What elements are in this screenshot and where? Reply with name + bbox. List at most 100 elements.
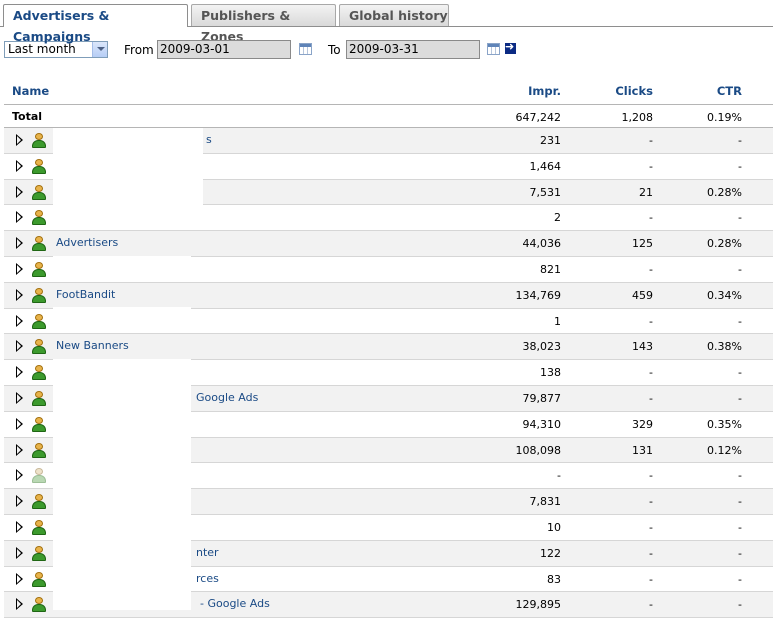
- row-impressions: 138: [540, 366, 561, 380]
- advertiser-user-icon: [32, 261, 46, 277]
- row-ctr: -: [738, 469, 742, 483]
- advertiser-user-icon: [32, 184, 46, 200]
- advertiser-user-icon: [32, 597, 46, 613]
- expand-arrow-icon[interactable]: [16, 520, 23, 533]
- redaction-block: [53, 307, 191, 333]
- expand-arrow-icon[interactable]: [16, 237, 23, 250]
- chevron-down-icon[interactable]: [92, 42, 107, 57]
- row-impressions: 38,023: [522, 340, 562, 354]
- advertiser-name-link[interactable]: nter: [196, 546, 219, 559]
- expand-arrow-icon[interactable]: [16, 417, 23, 430]
- row-ctr: 0.38%: [707, 340, 742, 354]
- expand-arrow-icon[interactable]: [16, 211, 23, 224]
- advertiser-user-icon: [32, 236, 46, 252]
- row-clicks: 459: [632, 288, 653, 302]
- advertiser-name-link[interactable]: New Banners: [56, 339, 129, 352]
- advertiser-user-icon: [32, 133, 46, 148]
- row-impressions: 122: [540, 546, 561, 560]
- advertiser-user-icon: [32, 313, 46, 329]
- expand-arrow-icon[interactable]: [16, 366, 23, 379]
- calendar-icon[interactable]: [299, 43, 312, 55]
- row-impressions: 44,036: [522, 237, 562, 251]
- advertiser-name-link[interactable]: - Google Ads: [200, 597, 270, 610]
- row-ctr: -: [738, 546, 742, 560]
- advertiser-user-icon: [32, 365, 46, 381]
- advertiser-name-link[interactable]: Google Ads: [196, 391, 258, 404]
- row-impressions: 134,769: [515, 288, 562, 302]
- table-row: FootBandit 134,769 459 0.34%: [4, 282, 773, 309]
- expand-arrow-icon[interactable]: [16, 185, 23, 198]
- to-date-input[interactable]: 2009-03-31: [346, 40, 480, 59]
- row-impressions: -: [557, 469, 561, 483]
- expand-arrow-icon[interactable]: [16, 598, 23, 611]
- column-header-clicks[interactable]: Clicks: [615, 84, 653, 98]
- row-impressions: 79,877: [522, 391, 562, 405]
- advertiser-user-icon: [32, 442, 46, 458]
- tab-global-history[interactable]: Global history: [339, 4, 449, 26]
- row-clicks: 21: [639, 185, 653, 199]
- table-row: Advertisers 44,036 125 0.28%: [4, 231, 773, 257]
- expand-arrow-icon[interactable]: [16, 572, 23, 585]
- date-filter-bar: Last month From 2009-03-01 To 2009-03-31: [0, 40, 773, 60]
- expand-arrow-icon[interactable]: [16, 159, 23, 172]
- row-ctr: -: [738, 495, 742, 509]
- row-ctr: -: [738, 520, 742, 534]
- advertiser-user-icon: [32, 158, 46, 174]
- row-clicks: 131: [632, 443, 653, 457]
- advertiser-user-icon: [32, 545, 46, 561]
- row-impressions: 231: [540, 134, 561, 147]
- row-ctr: -: [738, 134, 742, 147]
- row-ctr: -: [738, 211, 742, 225]
- row-impressions: 7,531: [529, 185, 562, 199]
- row-impressions: 2: [554, 211, 561, 225]
- total-row: Total 647,242 1,208 0.19%: [4, 105, 773, 128]
- expand-arrow-icon[interactable]: [16, 495, 23, 508]
- expand-arrow-icon[interactable]: [16, 340, 23, 353]
- column-header-impressions[interactable]: Impr.: [528, 84, 561, 98]
- row-clicks: -: [649, 520, 653, 534]
- row-ctr: 0.12%: [707, 443, 742, 457]
- advertiser-name-link[interactable]: Advertisers: [56, 236, 118, 249]
- expand-arrow-icon[interactable]: [16, 469, 23, 482]
- row-ctr: -: [738, 314, 742, 328]
- from-date-input[interactable]: 2009-03-01: [157, 40, 291, 59]
- row-impressions: 821: [540, 262, 561, 276]
- row-clicks: -: [649, 159, 653, 173]
- advertiser-user-icon: [32, 287, 46, 303]
- row-clicks: -: [649, 366, 653, 380]
- row-ctr: -: [738, 366, 742, 380]
- column-header-ctr[interactable]: CTR: [717, 84, 742, 98]
- tab-advertisers-campaigns[interactable]: Advertisers & Campaigns: [3, 4, 188, 44]
- advertiser-name-link[interactable]: rces: [196, 572, 219, 585]
- advertiser-name-link[interactable]: FootBandit: [56, 288, 115, 301]
- row-clicks: -: [649, 391, 653, 405]
- row-clicks: 143: [632, 340, 653, 354]
- row-clicks: -: [649, 211, 653, 225]
- advertiser-user-icon: [32, 494, 46, 510]
- redaction-block: [53, 128, 203, 229]
- total-ctr: 0.19%: [707, 111, 742, 124]
- expand-arrow-icon[interactable]: [16, 546, 23, 559]
- expand-arrow-icon[interactable]: [16, 288, 23, 301]
- redaction-block: [53, 256, 191, 282]
- column-header-name[interactable]: Name: [12, 84, 49, 98]
- expand-arrow-icon[interactable]: [16, 262, 23, 275]
- expand-arrow-icon[interactable]: [16, 314, 23, 327]
- go-arrow-icon[interactable]: [505, 40, 516, 54]
- expand-arrow-icon[interactable]: [16, 134, 23, 146]
- row-ctr: -: [738, 598, 742, 612]
- advertiser-user-icon: [32, 390, 46, 406]
- tab-label: Global history: [349, 8, 448, 23]
- row-ctr: -: [738, 572, 742, 586]
- row-ctr: -: [738, 391, 742, 405]
- redaction-block: [53, 359, 191, 610]
- expand-arrow-icon[interactable]: [16, 391, 23, 404]
- advertiser-name-link[interactable]: s: [206, 133, 212, 146]
- row-ctr: 0.34%: [707, 288, 742, 302]
- calendar-icon[interactable]: [487, 43, 500, 55]
- tab-publishers-zones[interactable]: Publishers & Zones: [191, 4, 336, 44]
- advertiser-user-icon: [32, 468, 46, 484]
- row-ctr: -: [738, 159, 742, 173]
- total-label: Total: [12, 110, 43, 123]
- expand-arrow-icon[interactable]: [16, 443, 23, 456]
